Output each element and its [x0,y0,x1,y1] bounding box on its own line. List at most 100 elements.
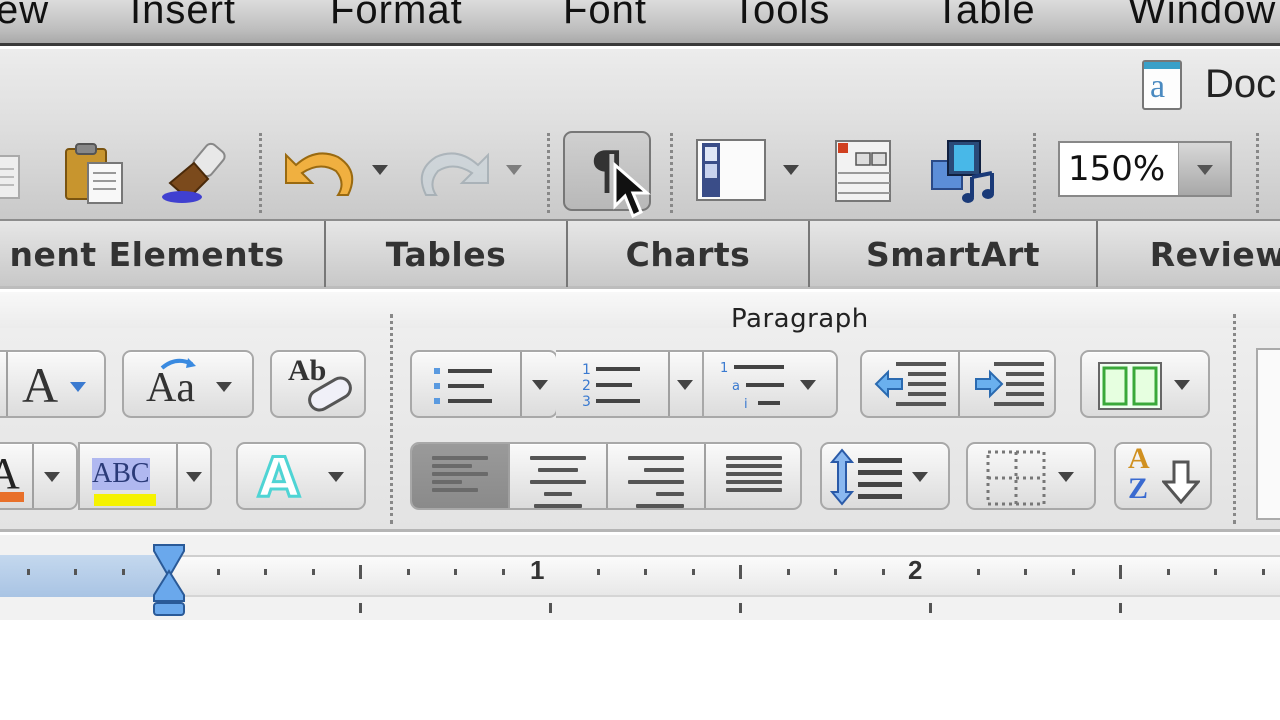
sidebar-button[interactable] [696,139,766,201]
numbering-button[interactable]: 123 [556,350,704,418]
clear-formatting-button[interactable]: Ab [270,350,366,418]
paintbrush-icon [162,142,226,203]
tab-label: nent Elements [9,234,285,274]
ruler-tick [691,569,695,575]
highlight-button[interactable]: ABC [78,442,212,510]
paste-button[interactable] [62,141,128,207]
new-document-button[interactable] [0,155,22,201]
columns-button[interactable] [1080,350,1210,418]
tab-tables[interactable]: Tables [326,221,568,287]
zoom-combobox[interactable]: 150% [1058,141,1232,197]
redo-button[interactable] [414,143,494,203]
align-center-button[interactable] [510,444,606,508]
ruler-tick [1119,565,1122,579]
ruler-tick [1071,569,1075,575]
zoom-value[interactable]: 150% [1068,149,1165,189]
justify-button[interactable] [706,444,800,508]
highlight-icon: ABC [92,458,150,490]
undo-dropdown-arrow[interactable] [372,165,388,175]
document-page[interactable] [0,620,1280,720]
line-spacing-button[interactable] [820,442,950,510]
chevron-down-icon [532,380,548,390]
change-case-button[interactable]: Aa [122,350,254,418]
bulleted-list-icon [434,368,492,404]
decrease-indent-button[interactable] [862,352,958,416]
document-icon [0,155,20,199]
menu-tools[interactable]: Tools [732,0,830,33]
chevron-down-icon [800,380,816,390]
justify-icon [726,452,782,496]
eraser-icon [308,376,352,412]
tab-document-elements[interactable]: nent Elements [0,221,326,287]
ruler-tick [596,569,600,575]
tab-charts[interactable]: Charts [568,221,810,287]
sort-z-glyph: Z [1128,472,1149,505]
menu-font[interactable]: Font [563,0,647,33]
ribbon-group-header [0,292,1280,328]
align-left-icon [432,452,488,496]
columns-icon [1098,362,1162,410]
highlight-color-swatch [94,494,156,506]
hanging-indent-marker [153,569,185,602]
chevron-down-icon [677,380,693,390]
mouse-cursor-icon [613,162,651,219]
redo-dropdown-arrow[interactable] [506,165,522,175]
ruler-tick [454,569,457,575]
tab-label: Charts [625,234,751,274]
menu-window[interactable]: Window [1128,0,1276,33]
button-divider [6,352,8,416]
font-color-button[interactable]: A [0,442,78,510]
sidebar-dropdown-arrow[interactable] [783,165,799,175]
chevron-down-icon [1058,472,1074,482]
ruler-tab-tick [549,603,552,613]
ruler-tick [834,569,837,575]
zoom-dropdown-button[interactable] [1178,143,1230,195]
line-spacing-icon [830,448,902,506]
ruler-tick [1024,569,1027,575]
ruler-tick [881,569,885,575]
styles-gallery[interactable] [1256,348,1280,520]
indent-marker[interactable] [150,543,190,619]
bullets-button[interactable] [410,350,558,418]
borders-icon [986,450,1046,506]
sort-button[interactable]: A Z [1114,442,1212,510]
borders-button[interactable] [966,442,1096,510]
numbered-list-icon: 123 [582,362,640,410]
multilevel-list-button[interactable]: 1ai [702,350,838,418]
menu-view[interactable]: ew [0,0,49,33]
toolbox-button[interactable] [834,139,894,205]
ruler-tick [1214,569,1217,575]
menu-insert[interactable]: Insert [130,0,236,33]
menu-format[interactable]: Format [330,0,463,33]
font-size-button[interactable]: A [0,350,106,418]
decrease-indent-icon [874,362,946,406]
ruler-tick [311,569,315,575]
horizontal-ruler: 1 2 [0,535,1280,620]
ruler-strip[interactable] [0,555,1280,597]
ruler-tick [739,565,742,579]
svg-text:3: 3 [582,394,591,410]
media-browser-button[interactable] [928,137,1004,207]
ruler-tick [501,569,505,575]
button-divider [32,444,34,508]
ruler-tab-tick [929,603,932,613]
undo-button[interactable] [280,143,360,203]
ruler-tick [26,569,30,575]
ruler-tab-tick [359,603,362,613]
menu-table[interactable]: Table [935,0,1036,33]
align-left-button[interactable] [412,444,508,508]
ruler-tick [406,569,410,575]
tab-label: Tables [385,234,507,274]
align-right-icon [628,452,684,508]
chevron-down-icon [1174,380,1190,390]
chevron-down-icon [328,472,344,482]
button-divider [668,352,670,416]
increase-indent-button[interactable] [960,352,1056,416]
tab-review[interactable]: Review [1098,221,1280,287]
chevron-down-icon [1197,165,1213,175]
tab-smartart[interactable]: SmartArt [810,221,1098,287]
align-right-button[interactable] [608,444,704,508]
chevron-down-icon [912,472,928,482]
format-painter-button[interactable] [158,141,236,207]
text-effects-button[interactable]: A [236,442,366,511]
